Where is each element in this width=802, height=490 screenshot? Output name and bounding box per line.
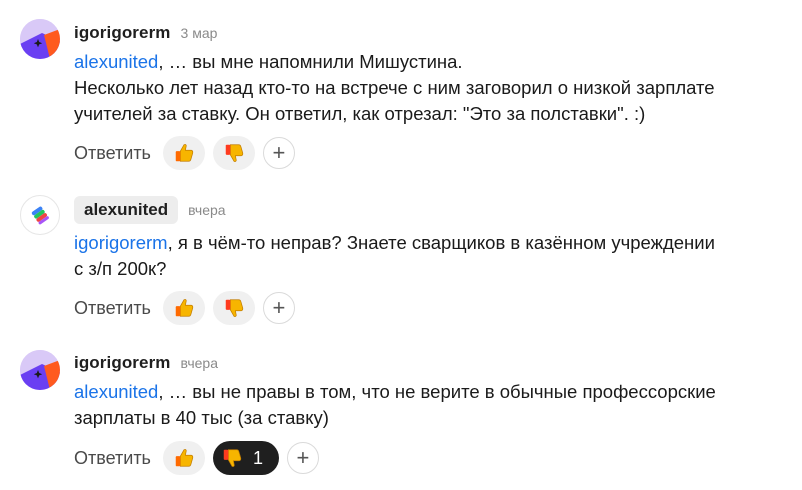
avatar-logo-icon — [31, 206, 49, 225]
add-reaction-button[interactable]: + — [262, 137, 295, 169]
thumbs-down-icon — [225, 299, 244, 317]
reply-button[interactable]: Ответить — [74, 448, 151, 469]
comment-actions: Ответить 1 + — [74, 441, 319, 475]
comment-date: вчера — [180, 355, 218, 371]
comment-line: , … вы не правы в том, что не верите в о… — [158, 381, 716, 402]
comment-line: , я в чём-то неправ? Знаете сварщиков в … — [167, 232, 715, 253]
comment-text: alexunited, … вы не правы в том, что не … — [74, 379, 784, 431]
avatar[interactable] — [20, 19, 60, 59]
dislike-button-active[interactable]: 1 — [212, 441, 279, 475]
comment-header: alexunited вчера — [74, 196, 226, 224]
mention-link[interactable]: alexunited — [74, 51, 158, 72]
add-reaction-button[interactable]: + — [262, 292, 295, 324]
comment-actions: Ответить + — [74, 291, 295, 325]
mention-link[interactable]: alexunited — [74, 381, 158, 402]
thumbs-down-icon — [225, 144, 244, 162]
comment-header: igorigorerm 3 мар — [74, 23, 217, 43]
dislike-button[interactable] — [212, 291, 255, 325]
comment-line: учителей за ставку. Он ответил, как отре… — [74, 103, 646, 124]
thumbs-down-icon — [223, 449, 242, 467]
thumbs-up-icon — [175, 299, 194, 317]
comment-date: вчера — [188, 202, 226, 218]
like-button[interactable] — [162, 291, 205, 325]
thumbs-up-icon — [175, 449, 194, 467]
like-button[interactable] — [162, 136, 205, 170]
like-button[interactable] — [162, 441, 205, 475]
author-name[interactable]: alexunited — [74, 196, 179, 224]
comment-header: igorigorerm вчера — [74, 353, 218, 373]
avatar[interactable] — [20, 195, 60, 235]
comment-line: зарплаты в 40 тыс (за ставку) — [74, 407, 329, 428]
avatar-art-icon — [20, 19, 60, 59]
comment-date: 3 мар — [180, 25, 218, 41]
comment-line: Несколько лет назад кто-то на встрече с … — [74, 77, 715, 98]
add-reaction-button[interactable]: + — [286, 442, 319, 474]
comment-actions: Ответить + — [74, 136, 295, 170]
comment-line: с з/п 200к? — [74, 258, 167, 279]
comment-line: , … вы мне напомнили Мишустина. — [158, 51, 463, 72]
dislike-count: 1 — [252, 447, 263, 468]
thumbs-up-icon — [175, 144, 194, 162]
comment-text: igorigorerm, я в чём-то неправ? Знаете с… — [74, 230, 784, 282]
author-name[interactable]: igorigorerm — [74, 23, 171, 43]
reply-button[interactable]: Ответить — [74, 298, 151, 319]
plus-icon: + — [272, 295, 286, 320]
plus-icon: + — [296, 445, 310, 470]
avatar-art-icon — [20, 350, 60, 390]
comment-text: alexunited, … вы мне напомнили Мишустина… — [74, 49, 784, 127]
plus-icon: + — [272, 140, 286, 165]
dislike-button[interactable] — [212, 136, 255, 170]
mention-link[interactable]: igorigorerm — [74, 232, 168, 253]
avatar[interactable] — [20, 350, 60, 390]
author-name[interactable]: igorigorerm — [74, 353, 171, 373]
reply-button[interactable]: Ответить — [74, 143, 151, 164]
